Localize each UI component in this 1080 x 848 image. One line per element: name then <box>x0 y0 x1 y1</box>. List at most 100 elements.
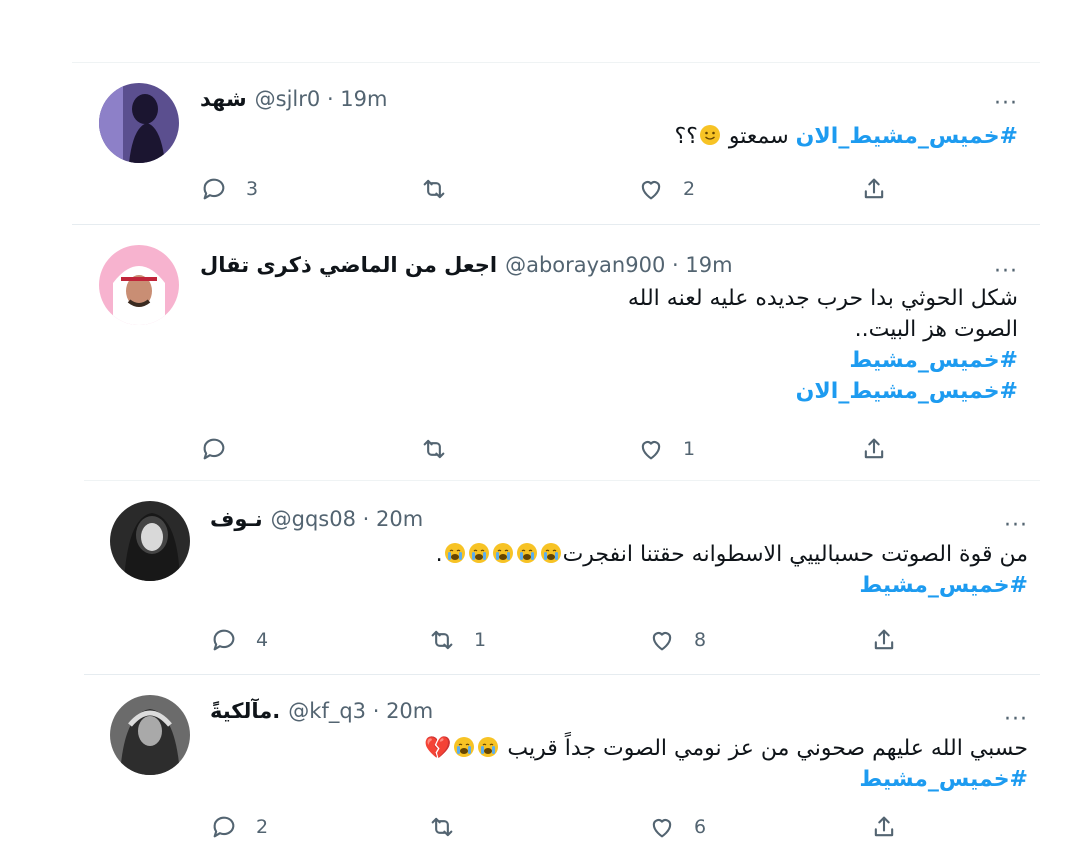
share-button[interactable] <box>860 175 888 203</box>
more-icon[interactable]: ··· <box>1004 709 1028 731</box>
like-button[interactable]: 6 <box>648 813 706 841</box>
reply-button[interactable]: 4 <box>210 626 268 654</box>
like-button[interactable]: 1 <box>637 435 695 463</box>
tweet-actions: 2 6 <box>210 813 910 843</box>
more-icon[interactable]: ··· <box>1004 515 1028 537</box>
tweet-text-line: حسبي الله عليهم صحوني من عز نومي الصوت ج… <box>423 733 1028 764</box>
like-button[interactable]: 2 <box>637 175 695 203</box>
hashtag-link[interactable]: #خميس_مشيط <box>423 764 1028 795</box>
display-name[interactable]: شهد <box>200 87 247 111</box>
tweet-text-line: من قوة الصوتت حسبالييي الاسطوانه حقتنا ا… <box>436 539 1028 570</box>
tweet-header: شهد @sjlr0 · 19m <box>200 87 387 111</box>
crying-emoji-icon <box>516 542 538 564</box>
tweet[interactable]: اجعل من الماضي ذكرى تقال @aborayan900 · … <box>72 225 1040 463</box>
retweet-button[interactable]: 1 <box>428 626 486 654</box>
like-button[interactable]: 8 <box>648 626 706 654</box>
handle: @sjlr0 <box>254 87 321 111</box>
handle: @kf_q3 <box>288 699 367 723</box>
more-icon[interactable]: ··· <box>994 93 1018 115</box>
heart-icon <box>648 626 676 654</box>
crying-emoji-icon <box>468 542 490 564</box>
avatar[interactable] <box>99 245 179 325</box>
tweet-text-fragment: ؟؟ <box>674 124 698 149</box>
retweet-icon <box>420 175 448 203</box>
tweet-text-line: شكل الحوثي بدا حرب جديده عليه لعنه الله <box>627 286 1018 311</box>
tweet-text: من قوة الصوتت حسبالييي الاسطوانه حقتنا ا… <box>436 539 1028 601</box>
tweet-text: #خميس_مشيط_الان سمعتو ؟؟ <box>675 121 1019 152</box>
like-count: 8 <box>694 629 707 651</box>
display-name[interactable]: مآلكيةً. <box>210 699 280 723</box>
like-count: 2 <box>683 178 696 200</box>
retweet-button[interactable] <box>420 175 466 203</box>
heart-icon <box>637 435 665 463</box>
handle: @aborayan900 <box>505 253 666 277</box>
share-icon <box>870 813 898 841</box>
timestamp: 20m <box>386 699 434 723</box>
retweet-count: 1 <box>474 629 487 651</box>
heart-icon <box>648 813 676 841</box>
share-button[interactable] <box>870 626 898 654</box>
crying-emoji-icon <box>540 542 562 564</box>
reply-button[interactable] <box>200 435 246 463</box>
display-name[interactable]: نـوف <box>210 507 263 531</box>
more-icon[interactable]: ··· <box>994 261 1018 283</box>
timestamp: 19m <box>340 87 388 111</box>
hashtag-link[interactable]: #خميس_مشيط_الان <box>628 376 1018 407</box>
tweet[interactable]: نـوف @gqs08 · 20m ··· من قوة الصوتت حسبا… <box>84 481 1040 673</box>
like-count: 1 <box>683 438 696 460</box>
tweet-actions: 1 <box>200 435 900 463</box>
hashtag-link[interactable]: #خميس_مشيط <box>436 570 1028 601</box>
handle-and-time[interactable]: @gqs08 · 20m <box>271 507 424 531</box>
avatar[interactable] <box>110 695 190 775</box>
tweet-text-fragment: . <box>435 542 443 567</box>
crying-emoji-icon <box>453 736 475 758</box>
display-name[interactable]: اجعل من الماضي ذكرى تقال <box>200 253 497 277</box>
hashtag-link[interactable]: #خميس_مشيط <box>628 345 1018 376</box>
tweet-header: اجعل من الماضي ذكرى تقال @aborayan900 · … <box>200 253 733 277</box>
tweet-text-fragment: سمعتو <box>728 124 796 149</box>
reply-icon <box>200 435 228 463</box>
handle-and-time[interactable]: @kf_q3 · 20m <box>288 699 433 723</box>
share-button[interactable] <box>870 813 898 841</box>
tweet[interactable]: مآلكيةً. @kf_q3 · 20m ··· حسبي الله عليه… <box>84 675 1040 848</box>
tweet-text-fragment: حسبي الله عليهم صحوني من عز نومي الصوت ج… <box>507 736 1028 761</box>
crying-emoji-icon <box>492 542 514 564</box>
retweet-button[interactable] <box>428 813 474 841</box>
tweet-text-line: الصوت هز البيت.. <box>854 317 1018 342</box>
tweet-header: مآلكيةً. @kf_q3 · 20m <box>210 699 433 723</box>
tweet-text-fragment: من قوة الصوتت حسبالييي الاسطوانه حقتنا ا… <box>562 542 1028 567</box>
tweet-actions: 3 2 <box>200 175 900 205</box>
share-icon <box>870 626 898 654</box>
hashtag-link[interactable]: #خميس_مشيط_الان <box>796 124 1018 149</box>
reply-count: 2 <box>256 816 269 838</box>
crying-emoji-icon <box>444 542 466 564</box>
avatar[interactable] <box>110 501 190 581</box>
share-icon <box>860 435 888 463</box>
tweet-text: حسبي الله عليهم صحوني من عز نومي الصوت ج… <box>423 733 1028 795</box>
crying-emoji-icon <box>477 736 499 758</box>
reply-icon <box>210 626 238 654</box>
tweet-header: نـوف @gqs08 · 20m <box>210 507 423 531</box>
handle-and-time[interactable]: @aborayan900 · 19m <box>505 253 732 277</box>
timestamp: 19m <box>685 253 733 277</box>
handle-and-time[interactable]: @sjlr0 · 19m <box>255 87 388 111</box>
reply-button[interactable]: 2 <box>210 813 268 841</box>
broken-heart-emoji-icon: 💔 <box>424 736 452 761</box>
heart-icon <box>637 175 665 203</box>
reply-count: 4 <box>256 629 269 651</box>
smile-emoji-icon <box>699 124 721 146</box>
tweet[interactable]: شهد @sjlr0 · 19m ··· #خميس_مشيط_الان سمع… <box>72 63 1040 223</box>
reply-button[interactable]: 3 <box>200 175 258 203</box>
share-button[interactable] <box>860 435 888 463</box>
avatar[interactable] <box>99 83 179 163</box>
tweet-actions: 4 1 8 <box>210 626 910 656</box>
share-icon <box>860 175 888 203</box>
handle: @gqs08 <box>270 507 356 531</box>
retweet-icon <box>428 813 456 841</box>
reply-icon <box>210 813 238 841</box>
tweet-text: شكل الحوثي بدا حرب جديده عليه لعنه الله … <box>628 283 1018 407</box>
retweet-button[interactable] <box>420 435 466 463</box>
timeline-card-top: شهد @sjlr0 · 19m ··· #خميس_مشيط_الان سمع… <box>72 62 1040 463</box>
timeline-card-bottom: نـوف @gqs08 · 20m ··· من قوة الصوتت حسبا… <box>84 480 1040 848</box>
timestamp: 20m <box>375 507 424 531</box>
